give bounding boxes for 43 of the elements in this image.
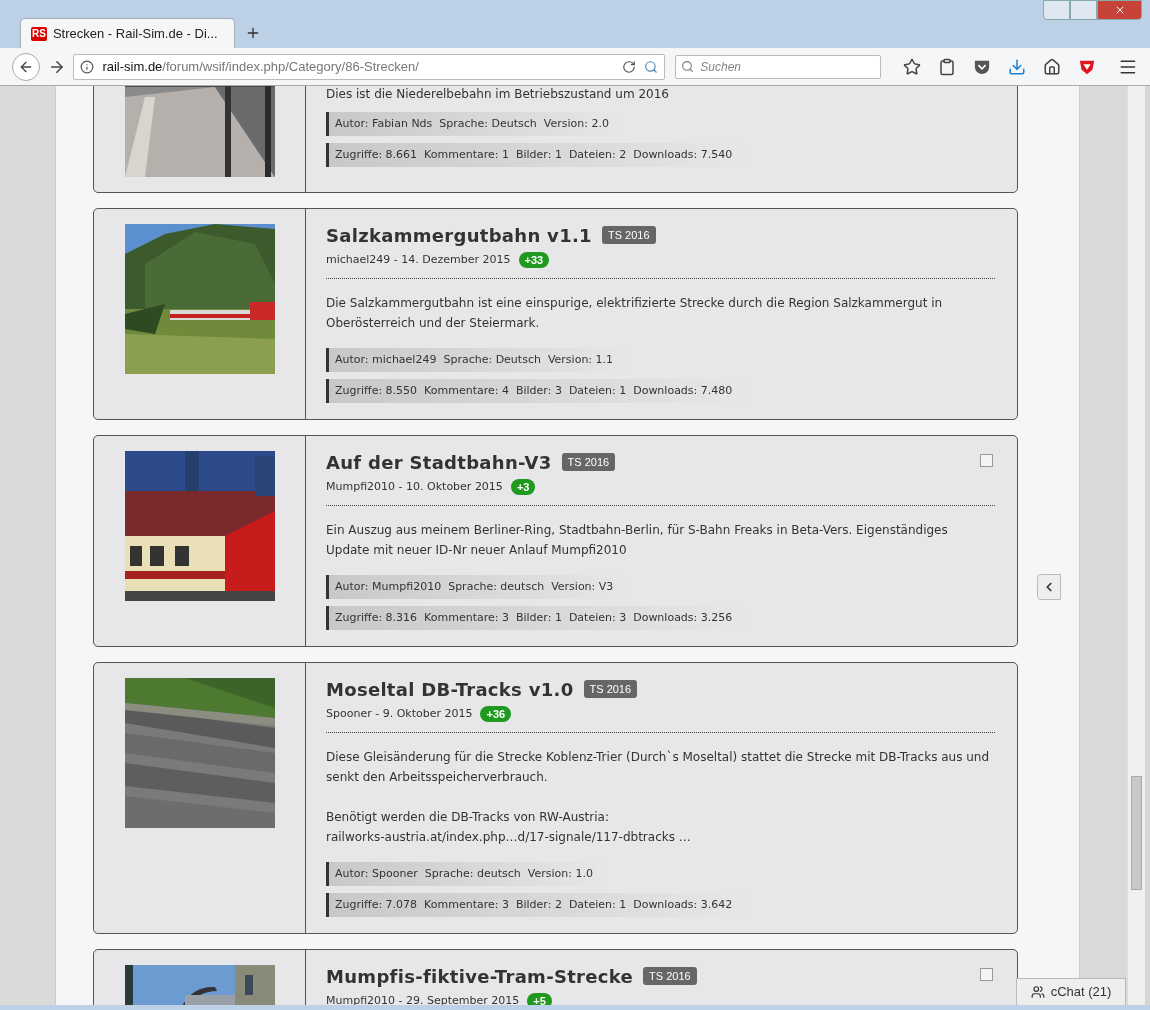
version-tag: TS 2016 xyxy=(601,225,656,245)
entry-title[interactable]: Moseltal DB-Tracks v1.0 xyxy=(326,675,574,703)
author-date: michael249 - 14. Dezember 2015 xyxy=(326,251,511,268)
description-text: Benötigt werden die DB-Tracks von RW-Austria: railworks-austria.at/index.php…d/17-signale/117-dbtracks … xyxy=(326,809,692,846)
site-logo: RS xyxy=(31,26,47,41)
author-date: Mumpfi2010 - 10. Oktober 2015 xyxy=(326,478,503,495)
description-text: Diese Gleisänderung für die Strecke Koblenz-Trier (Durch`s Moseltal) stattet die Strecke mit DB-Tracks aus und senkt den Arbeitsspeicherverbrauch. xyxy=(326,749,991,786)
version-tag: TS 2016 xyxy=(561,452,616,472)
browser-tab[interactable]: RS Strecken - Rail-Sim.de - Di... xyxy=(20,18,235,48)
url-text: rail-sim.de/forum/wsif/index.php/Category/86-Strecken/ xyxy=(102,57,420,76)
tab-title: Strecken - Rail-Sim.de - Di... xyxy=(52,24,218,43)
rating-tag: +36 xyxy=(480,705,512,723)
reload-icon[interactable] xyxy=(622,59,637,74)
description-text: Die Salzkammergutbahn ist eine einspurige, elektrifizierte Strecke durch die Region Salzkammergut in Oberösterreich und der Steiermark. xyxy=(326,295,944,332)
version-tag: TS 2016 xyxy=(583,679,638,699)
users-icon xyxy=(1030,985,1045,999)
address-bar[interactable]: rail-sim.de/forum/wsif/index.php/Category/86-Strecken/ xyxy=(73,53,666,80)
select-checkbox[interactable] xyxy=(980,454,993,467)
entry-title[interactable]: Auf der Stadtbahn-V3 xyxy=(326,448,552,476)
entry-title[interactable]: Mumpfis-fiktive-Tram-Strecke xyxy=(326,962,634,990)
chat-button[interactable]: cChat (21) xyxy=(1016,978,1126,1005)
search-field[interactable]: Suchen xyxy=(675,55,882,79)
author-date: Spooner - 9. Oktober 2015 xyxy=(326,705,473,722)
sidebar-toggle[interactable] xyxy=(1037,574,1061,600)
version-tag: TS 2016 xyxy=(643,966,697,986)
new-tab-icon[interactable] xyxy=(245,25,261,41)
back-button[interactable] xyxy=(12,52,40,81)
search-icon[interactable] xyxy=(644,59,659,74)
rating-tag: +5 xyxy=(527,992,552,1005)
description-text: Dies ist die Niederelbebahn im Betriebszustand um 2016 xyxy=(326,86,670,103)
info-icon[interactable] xyxy=(80,59,95,74)
search-icon xyxy=(681,60,695,73)
entry-title[interactable]: Salzkammergutbahn v1.1 xyxy=(326,221,592,249)
select-checkbox[interactable] xyxy=(980,968,993,981)
download-icon[interactable] xyxy=(1008,57,1027,76)
pocket-icon[interactable] xyxy=(973,58,992,75)
home-icon[interactable] xyxy=(1043,57,1062,76)
rating-tag: +3 xyxy=(510,478,536,496)
reading-list-icon[interactable] xyxy=(938,57,957,76)
bookmark-star-icon[interactable] xyxy=(903,57,922,76)
rating-tag: +33 xyxy=(518,251,550,269)
description-text: Ein Auszug aus meinem Berliner-Ring, Stadtbahn-Berlin, für S-Bahn Freaks in Beta-Vers. Eigenständiges Update mit neuer ID-Nr neuer Anlauf Mumpfi2010 xyxy=(326,522,949,559)
scrollbar[interactable] xyxy=(1127,86,1145,1005)
